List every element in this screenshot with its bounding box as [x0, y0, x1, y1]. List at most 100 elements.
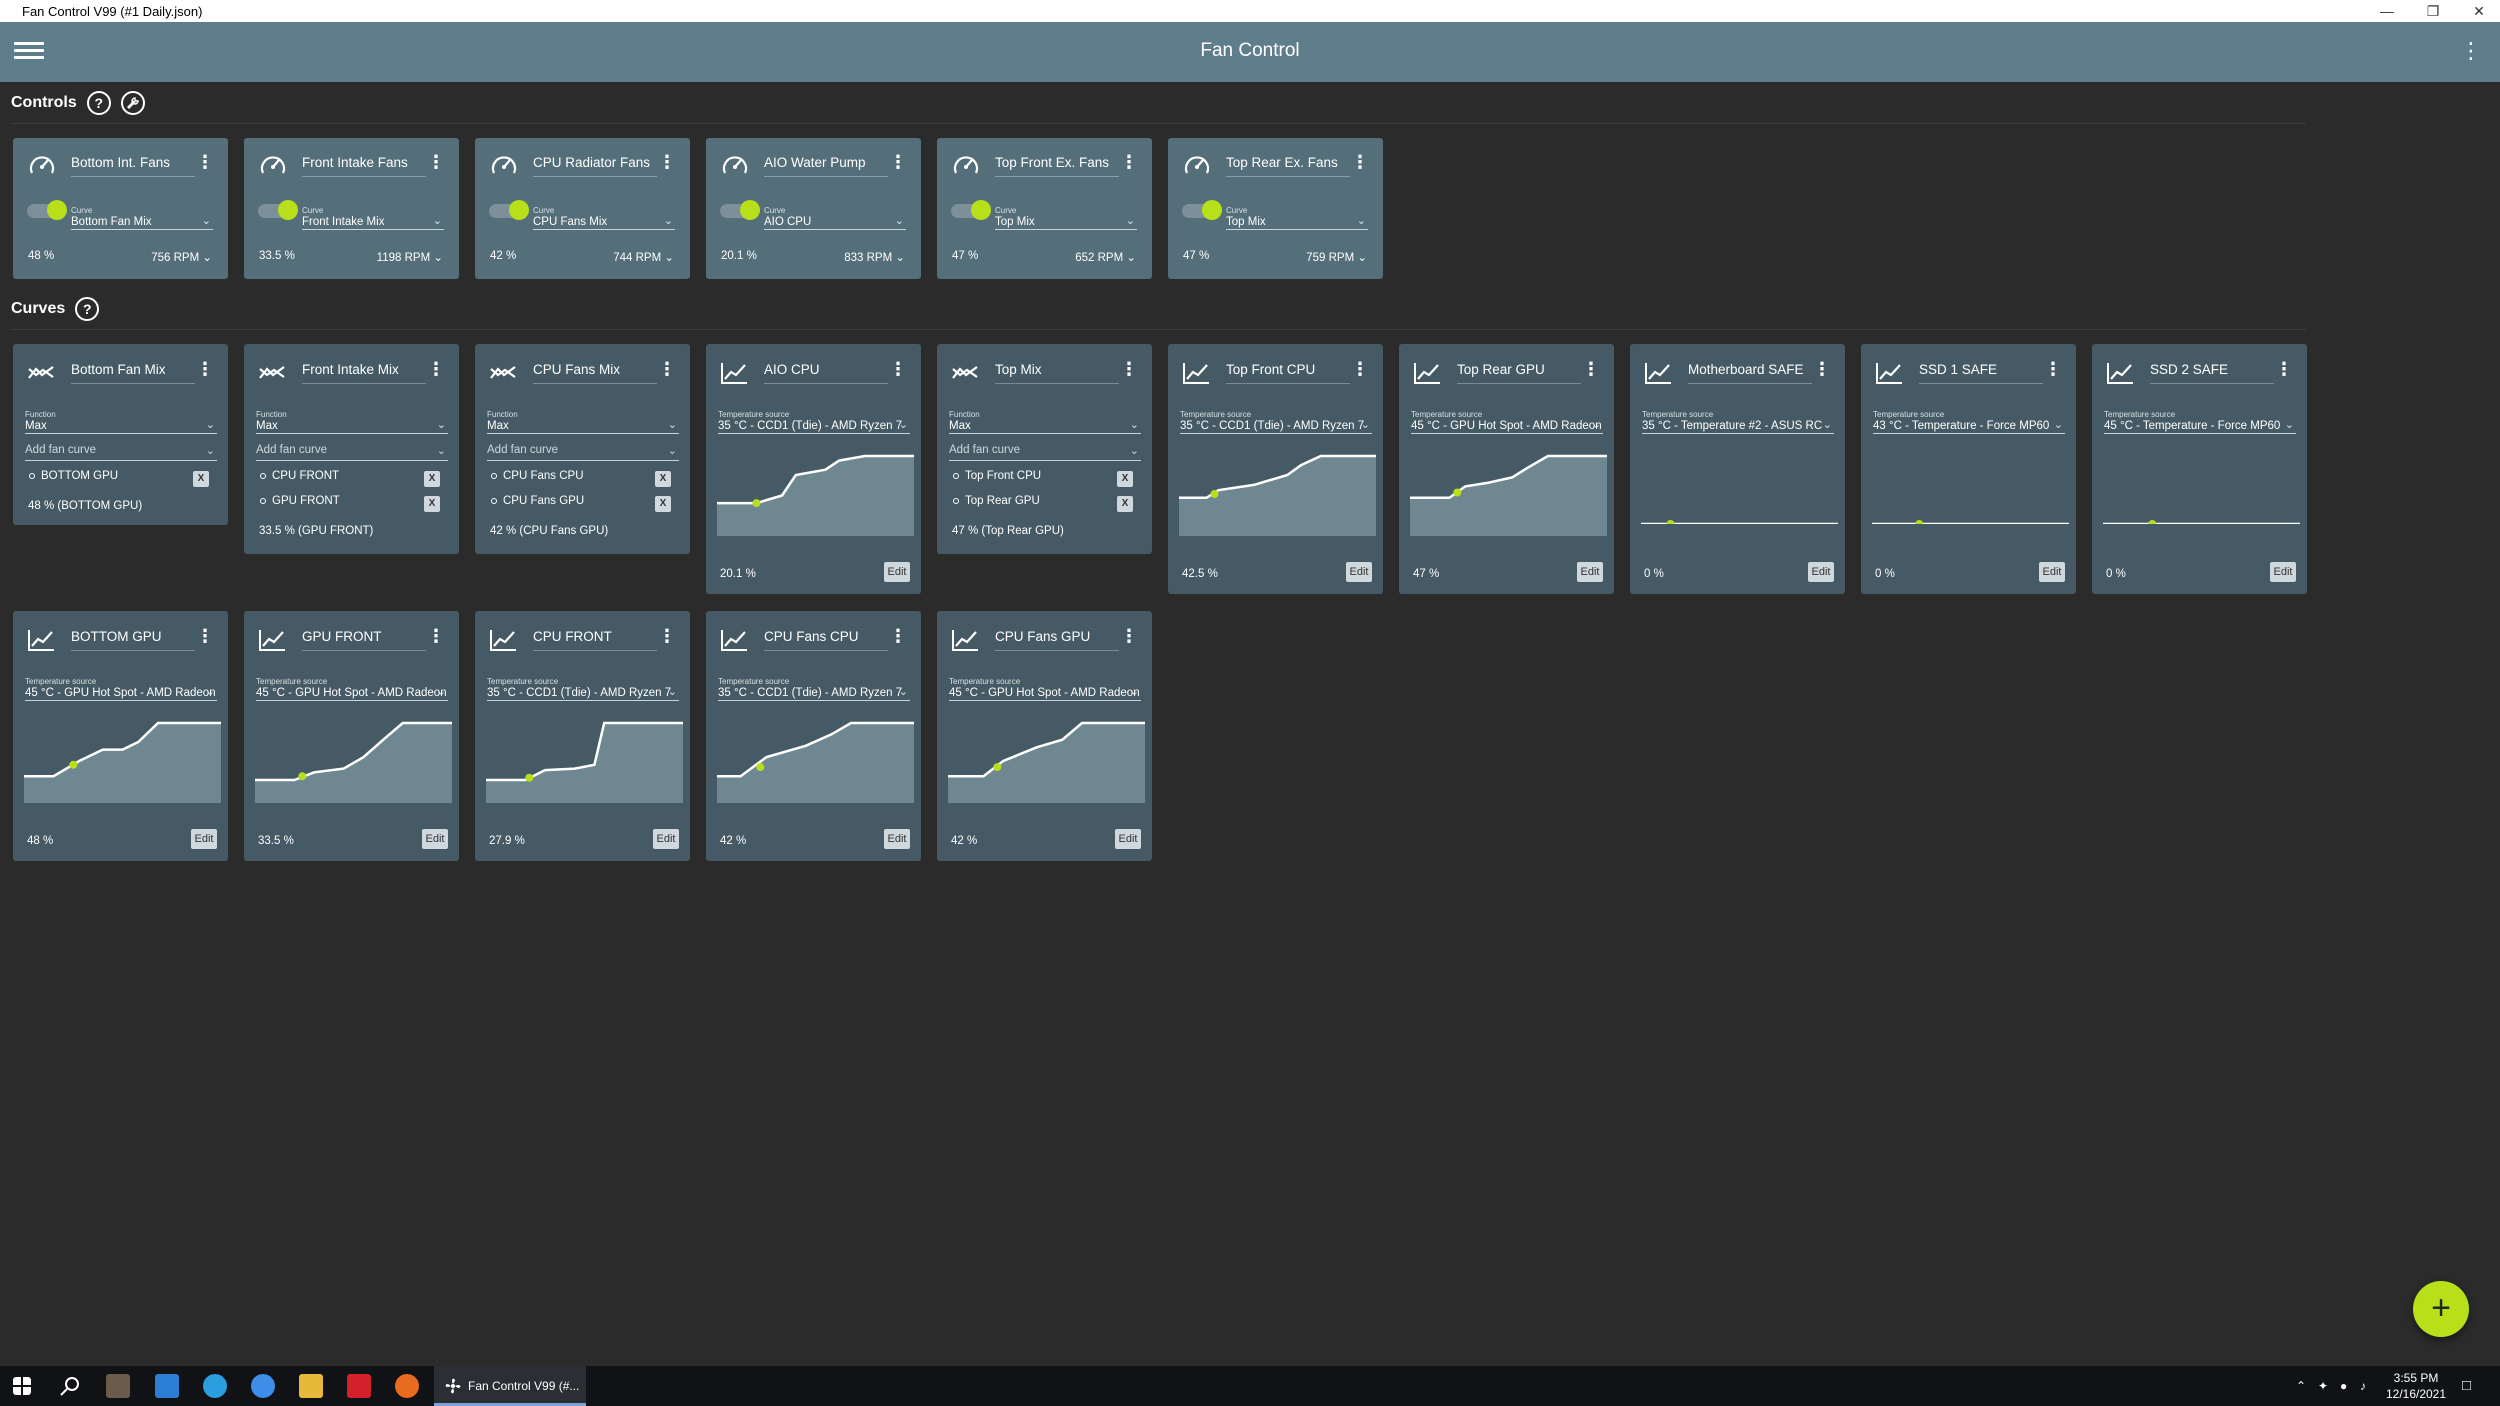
edit-button[interactable]: Edit	[1346, 562, 1372, 582]
tray-expand-icon[interactable]: ⌃	[2296, 1379, 2306, 1393]
more-options-icon[interactable]: ⋮	[889, 360, 907, 378]
add-fan-curve-select[interactable]: Add fan curve ⌄	[256, 444, 448, 461]
more-options-icon[interactable]: ⋮	[1120, 627, 1138, 645]
temperature-source-select[interactable]: Temperature source 45 °C - GPU Hot Spot -…	[25, 677, 217, 701]
temperature-source-select[interactable]: Temperature source 45 °C - GPU Hot Spot -…	[1411, 410, 1603, 434]
add-fan-curve-select[interactable]: Add fan curve ⌄	[25, 444, 217, 461]
temperature-source-select[interactable]: Temperature source 35 °C - CCD1 (Tdie) - …	[718, 677, 910, 701]
temperature-source-select[interactable]: Temperature source 45 °C - GPU Hot Spot -…	[256, 677, 448, 701]
temperature-source-select[interactable]: Temperature source 45 °C - GPU Hot Spot -…	[949, 677, 1141, 701]
add-fan-curve-select[interactable]: Add fan curve ⌄	[487, 444, 679, 461]
curve-select[interactable]: Curve Bottom Fan Mix ⌄	[71, 206, 213, 230]
network-icon[interactable]: ●	[2340, 1379, 2347, 1393]
help-icon[interactable]: ?	[75, 297, 100, 321]
temperature-source-select[interactable]: Temperature source 35 °C - Temperature #2…	[1642, 410, 1834, 434]
remove-item-button[interactable]: X	[1117, 496, 1133, 512]
restore-button[interactable]: ❐	[2410, 0, 2456, 22]
more-options-icon[interactable]: ⋮	[1813, 360, 1831, 378]
windows-start-icon[interactable]	[13, 1377, 31, 1395]
temperature-source-select[interactable]: Temperature source 35 °C - CCD1 (Tdie) - …	[1180, 410, 1372, 434]
wrench-icon[interactable]	[120, 91, 145, 115]
remove-item-button[interactable]: X	[193, 471, 209, 487]
more-options-icon[interactable]: ⋮	[2275, 360, 2293, 378]
edit-button[interactable]: Edit	[191, 829, 217, 849]
steam-icon[interactable]	[106, 1374, 130, 1398]
remove-item-button[interactable]: X	[655, 496, 671, 512]
more-options-icon[interactable]: ⋮	[1582, 360, 1600, 378]
more-options-icon[interactable]: ⋮	[196, 360, 214, 378]
help-icon[interactable]: ?	[86, 91, 111, 115]
close-button[interactable]: ✕	[2456, 0, 2500, 22]
control-rpm[interactable]: 652 RPM ⌄	[1075, 250, 1136, 264]
edit-button[interactable]: Edit	[1808, 562, 1834, 582]
control-rpm[interactable]: 833 RPM ⌄	[844, 250, 905, 264]
minimize-button[interactable]: —	[2364, 0, 2410, 22]
edit-button[interactable]: Edit	[653, 829, 679, 849]
more-options-icon[interactable]: ⋮	[196, 627, 214, 645]
app-blue-icon[interactable]	[155, 1374, 179, 1398]
temperature-source-select[interactable]: Temperature source 35 °C - CCD1 (Tdie) - …	[718, 410, 910, 434]
control-rpm[interactable]: 744 RPM ⌄	[613, 250, 674, 264]
more-options-icon[interactable]: ⋮	[196, 153, 214, 171]
messenger-icon[interactable]	[251, 1374, 275, 1398]
edit-button[interactable]: Edit	[2039, 562, 2065, 582]
notification-icon[interactable]: □	[2462, 1377, 2471, 1394]
more-options-icon[interactable]: ⋮	[658, 627, 676, 645]
app-menu-kebab-icon[interactable]: ⋮	[2460, 38, 2482, 64]
edit-button[interactable]: Edit	[2270, 562, 2296, 582]
telegram-icon[interactable]	[203, 1374, 227, 1398]
tray-fan-icon[interactable]: ✦	[2318, 1379, 2328, 1393]
temperature-source-select[interactable]: Temperature source 43 °C - Temperature - …	[1873, 410, 2065, 434]
taskbar-fan-control-app[interactable]: Fan Control V99 (#...	[434, 1366, 586, 1406]
curve-select[interactable]: Curve Top Mix ⌄	[1226, 206, 1368, 230]
more-options-icon[interactable]: ⋮	[1120, 153, 1138, 171]
function-select[interactable]: Function Max ⌄	[25, 410, 217, 434]
edit-button[interactable]: Edit	[422, 829, 448, 849]
more-options-icon[interactable]: ⋮	[889, 627, 907, 645]
curve-select[interactable]: Curve AIO CPU ⌄	[764, 206, 906, 230]
firefox-icon[interactable]	[395, 1374, 419, 1398]
more-options-icon[interactable]: ⋮	[658, 360, 676, 378]
control-rpm[interactable]: 756 RPM ⌄	[151, 250, 212, 264]
temperature-source-select[interactable]: Temperature source 35 °C - CCD1 (Tdie) - …	[487, 677, 679, 701]
volume-icon[interactable]: ♪	[2360, 1379, 2366, 1393]
more-options-icon[interactable]: ⋮	[1120, 360, 1138, 378]
control-rpm[interactable]: 1198 RPM ⌄	[377, 250, 443, 264]
curve-select[interactable]: Curve Front Intake Mix ⌄	[302, 206, 444, 230]
enable-toggle[interactable]	[720, 200, 760, 220]
enable-toggle[interactable]	[951, 200, 991, 220]
enable-toggle[interactable]	[27, 200, 67, 220]
remove-item-button[interactable]: X	[655, 471, 671, 487]
temperature-source-select[interactable]: Temperature source 45 °C - Temperature - …	[2104, 410, 2296, 434]
add-fan-curve-select[interactable]: Add fan curve ⌄	[949, 444, 1141, 461]
edit-button[interactable]: Edit	[884, 829, 910, 849]
more-options-icon[interactable]: ⋮	[427, 627, 445, 645]
more-options-icon[interactable]: ⋮	[658, 153, 676, 171]
more-options-icon[interactable]: ⋮	[1351, 360, 1369, 378]
file-explorer-icon[interactable]	[299, 1374, 323, 1398]
control-rpm[interactable]: 759 RPM ⌄	[1306, 250, 1367, 264]
function-select[interactable]: Function Max ⌄	[949, 410, 1141, 434]
more-options-icon[interactable]: ⋮	[889, 153, 907, 171]
edit-button[interactable]: Edit	[1577, 562, 1603, 582]
more-options-icon[interactable]: ⋮	[427, 153, 445, 171]
remove-item-button[interactable]: X	[424, 496, 440, 512]
more-options-icon[interactable]: ⋮	[2044, 360, 2062, 378]
edit-button[interactable]: Edit	[884, 562, 910, 582]
search-icon[interactable]	[58, 1374, 82, 1398]
function-select[interactable]: Function Max ⌄	[487, 410, 679, 434]
remove-item-button[interactable]: X	[1117, 471, 1133, 487]
remove-item-button[interactable]: X	[424, 471, 440, 487]
more-options-icon[interactable]: ⋮	[1351, 153, 1369, 171]
function-select[interactable]: Function Max ⌄	[256, 410, 448, 434]
enable-toggle[interactable]	[258, 200, 298, 220]
enable-toggle[interactable]	[1182, 200, 1222, 220]
curve-select[interactable]: Curve Top Mix ⌄	[995, 206, 1137, 230]
more-options-icon[interactable]: ⋮	[427, 360, 445, 378]
amd-software-icon[interactable]	[347, 1374, 371, 1398]
curve-select[interactable]: Curve CPU Fans Mix ⌄	[533, 206, 675, 230]
clock[interactable]: 3:55 PM 12/16/2021	[2381, 1370, 2451, 1402]
edit-button[interactable]: Edit	[1115, 829, 1141, 849]
add-button[interactable]: +	[2413, 1281, 2469, 1337]
enable-toggle[interactable]	[489, 200, 529, 220]
